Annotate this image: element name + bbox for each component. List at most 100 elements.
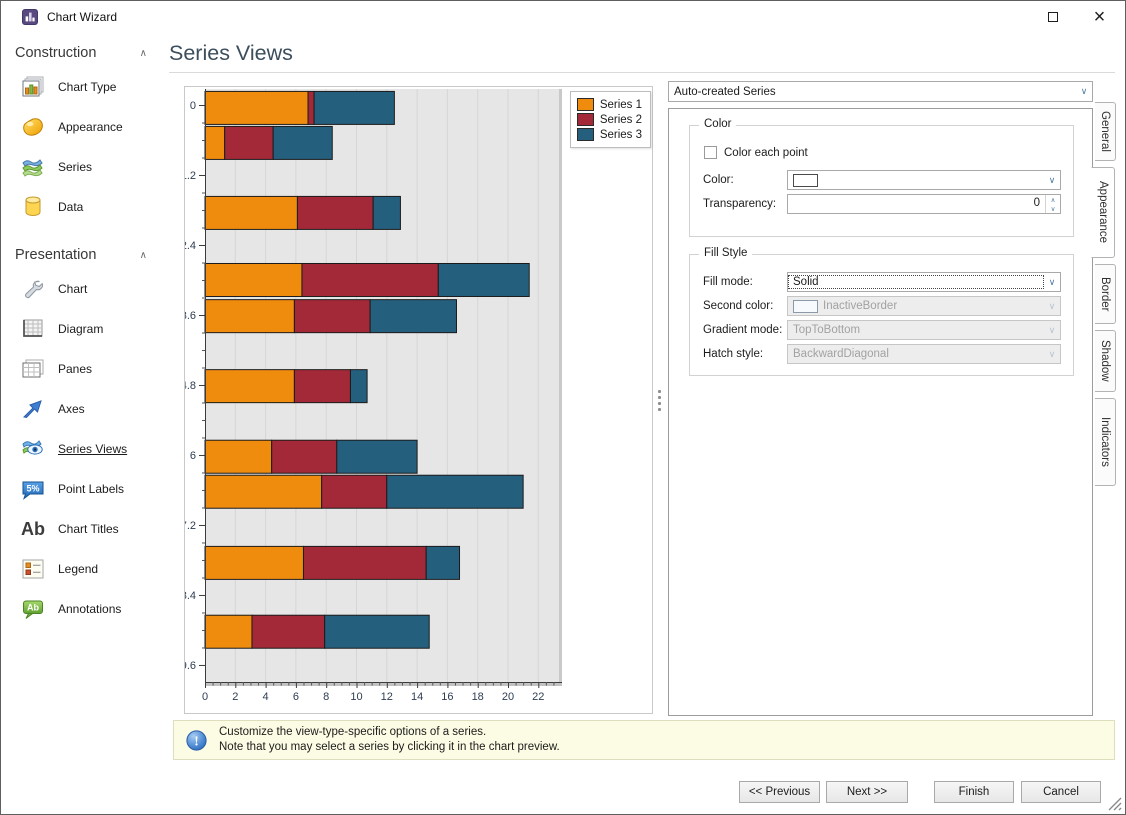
bar-segment-series-3[interactable] [314, 91, 394, 124]
tab-indicators[interactable]: Indicators [1095, 398, 1116, 486]
second-color-dropdown: InactiveBorder∨ [787, 296, 1061, 316]
tab-appearance[interactable]: Appearance [1091, 167, 1115, 258]
sidebar-item-point-labels[interactable]: 5%Point Labels [1, 469, 163, 509]
bar-segment-series-2[interactable] [302, 263, 438, 296]
bar-segment-series-1[interactable] [205, 196, 297, 229]
series-selector[interactable]: Auto-created Series ∨ [668, 81, 1093, 102]
bar-segment-series-2[interactable] [303, 546, 426, 579]
maximize-button[interactable] [1030, 2, 1075, 31]
cancel-button[interactable]: Cancel [1021, 781, 1101, 803]
bar-segment-series-1[interactable] [205, 370, 294, 403]
bar-segment-series-3[interactable] [337, 440, 417, 473]
sidebar-item-legend[interactable]: Legend [1, 549, 163, 589]
bar-segment-series-3[interactable] [438, 263, 529, 296]
infobar-line1: Customize the view-type-specific options… [219, 725, 560, 740]
legend-item-series-2[interactable]: Series 2 [577, 113, 642, 126]
next-button[interactable]: Next >> [826, 781, 908, 803]
bar-segment-series-3[interactable] [426, 546, 459, 579]
series-icon [19, 155, 46, 179]
bar-segment-series-2[interactable] [294, 300, 370, 333]
close-button[interactable]: × [1077, 2, 1122, 31]
chevron-down-icon: ∨ [1044, 325, 1060, 336]
fill-label-second-color: Second color: [703, 300, 787, 312]
svg-text:9.6: 9.6 [185, 660, 196, 672]
svg-text:12: 12 [381, 691, 393, 703]
legend-item-series-3[interactable]: Series 3 [577, 128, 642, 141]
sidebar-item-data[interactable]: Data [1, 187, 163, 227]
sidebar-item-chart-titles[interactable]: AbChart Titles [1, 509, 163, 549]
bar-segment-series-2[interactable] [225, 126, 273, 159]
panel-splitter[interactable] [655, 86, 664, 714]
bar-segment-series-1[interactable] [205, 475, 322, 508]
tab-border[interactable]: Border [1095, 264, 1116, 324]
sidebar-item-chart[interactable]: Chart [1, 269, 163, 309]
second-color-swatch [793, 300, 818, 313]
color-dropdown[interactable]: ∨ [787, 170, 1061, 190]
sidebar-item-series-views[interactable]: Series Views [1, 429, 163, 469]
bar-segment-series-1[interactable] [205, 126, 225, 159]
bar-segment-series-2[interactable] [297, 196, 373, 229]
color-group-title: Color [699, 118, 736, 130]
bar-segment-series-1[interactable] [205, 300, 294, 333]
maximize-icon [1048, 12, 1058, 22]
sidebar-item-axes[interactable]: Axes [1, 389, 163, 429]
tab-shadow[interactable]: Shadow [1095, 330, 1116, 392]
svg-text:!: ! [194, 733, 199, 748]
transparency-spinner[interactable]: 0 ∧ ∨ [787, 194, 1061, 214]
legend-label: Series 2 [600, 114, 642, 126]
sidebar-item-label: Panes [58, 362, 92, 376]
bar-segment-series-1[interactable] [205, 615, 252, 648]
bar-segment-series-3[interactable] [387, 475, 523, 508]
fill-mode-value: Solid [788, 275, 1044, 289]
sidebar-item-panes[interactable]: Panes [1, 349, 163, 389]
bar-segment-series-2[interactable] [308, 91, 314, 124]
finish-button[interactable]: Finish [934, 781, 1014, 803]
spin-up-button[interactable]: ∧ [1046, 195, 1060, 204]
sidebar-item-chart-type[interactable]: Chart Type [1, 67, 163, 107]
bar-segment-series-1[interactable] [205, 263, 302, 296]
bar-segment-series-1[interactable] [205, 546, 303, 579]
sidebar-group-label: Construction [15, 45, 96, 61]
bar-segment-series-2[interactable] [322, 475, 387, 508]
titlebar: Chart Wizard × [1, 1, 1125, 33]
sidebar-item-label: Axes [58, 402, 85, 416]
sidebar-item-series[interactable]: Series [1, 147, 163, 187]
transparency-row: Transparency: 0 ∧ ∨ [703, 194, 1061, 214]
gradient-mode-dropdown: TopToBottom∨ [787, 320, 1061, 340]
chart-preview-panel: 024681012141618202201.22.43.64.867.28.49… [184, 86, 653, 714]
y-axis: 01.22.43.64.867.28.49.6 [185, 100, 205, 672]
sidebar-group-header-presentation[interactable]: Presentation∧ [1, 239, 163, 269]
sidebar-item-diagram[interactable]: Diagram [1, 309, 163, 349]
fill-mode-dropdown[interactable]: Solid∨ [787, 272, 1061, 292]
sidebar-item-appearance[interactable]: Appearance [1, 107, 163, 147]
bar-segment-series-1[interactable] [205, 91, 308, 124]
bar-segment-series-3[interactable] [373, 196, 400, 229]
previous-button[interactable]: << Previous [739, 781, 820, 803]
legend-item-series-1[interactable]: Series 1 [577, 98, 642, 111]
bar-segment-series-1[interactable] [205, 440, 272, 473]
legend-label: Series 1 [600, 99, 642, 111]
chart-legend: Series 1 Series 2 Series 3 [570, 91, 651, 148]
bar-segment-series-3[interactable] [370, 300, 456, 333]
bar-segment-series-2[interactable] [294, 370, 350, 403]
sidebar: Construction∧Chart TypeAppearanceSeriesD… [1, 37, 163, 629]
spin-down-button[interactable]: ∨ [1046, 204, 1060, 213]
tab-general[interactable]: General [1095, 102, 1116, 161]
diagram-icon [19, 317, 46, 341]
hatch-style-dropdown: BackwardDiagonal∨ [787, 344, 1061, 364]
bar-segment-series-2[interactable] [272, 440, 337, 473]
bar-segment-series-2[interactable] [252, 615, 325, 648]
color-each-point-checkbox[interactable] [704, 146, 717, 159]
bar-segment-series-3[interactable] [350, 370, 367, 403]
bar-segment-series-3[interactable] [325, 615, 430, 648]
resize-grip[interactable] [1106, 795, 1123, 812]
sidebar-item-annotations[interactable]: AbAnnotations [1, 589, 163, 629]
fill-row-second-color: Second color:InactiveBorder∨ [703, 296, 1061, 316]
sidebar-item-label: Chart [58, 282, 87, 296]
bar-segment-series-3[interactable] [273, 126, 332, 159]
info-icon: ! [186, 730, 207, 751]
collapse-chevron-icon[interactable]: ∧ [140, 250, 147, 261]
collapse-chevron-icon[interactable]: ∧ [140, 48, 147, 59]
sidebar-item-label: Chart Type [58, 80, 116, 94]
sidebar-group-header-construction[interactable]: Construction ∧ [1, 37, 163, 67]
